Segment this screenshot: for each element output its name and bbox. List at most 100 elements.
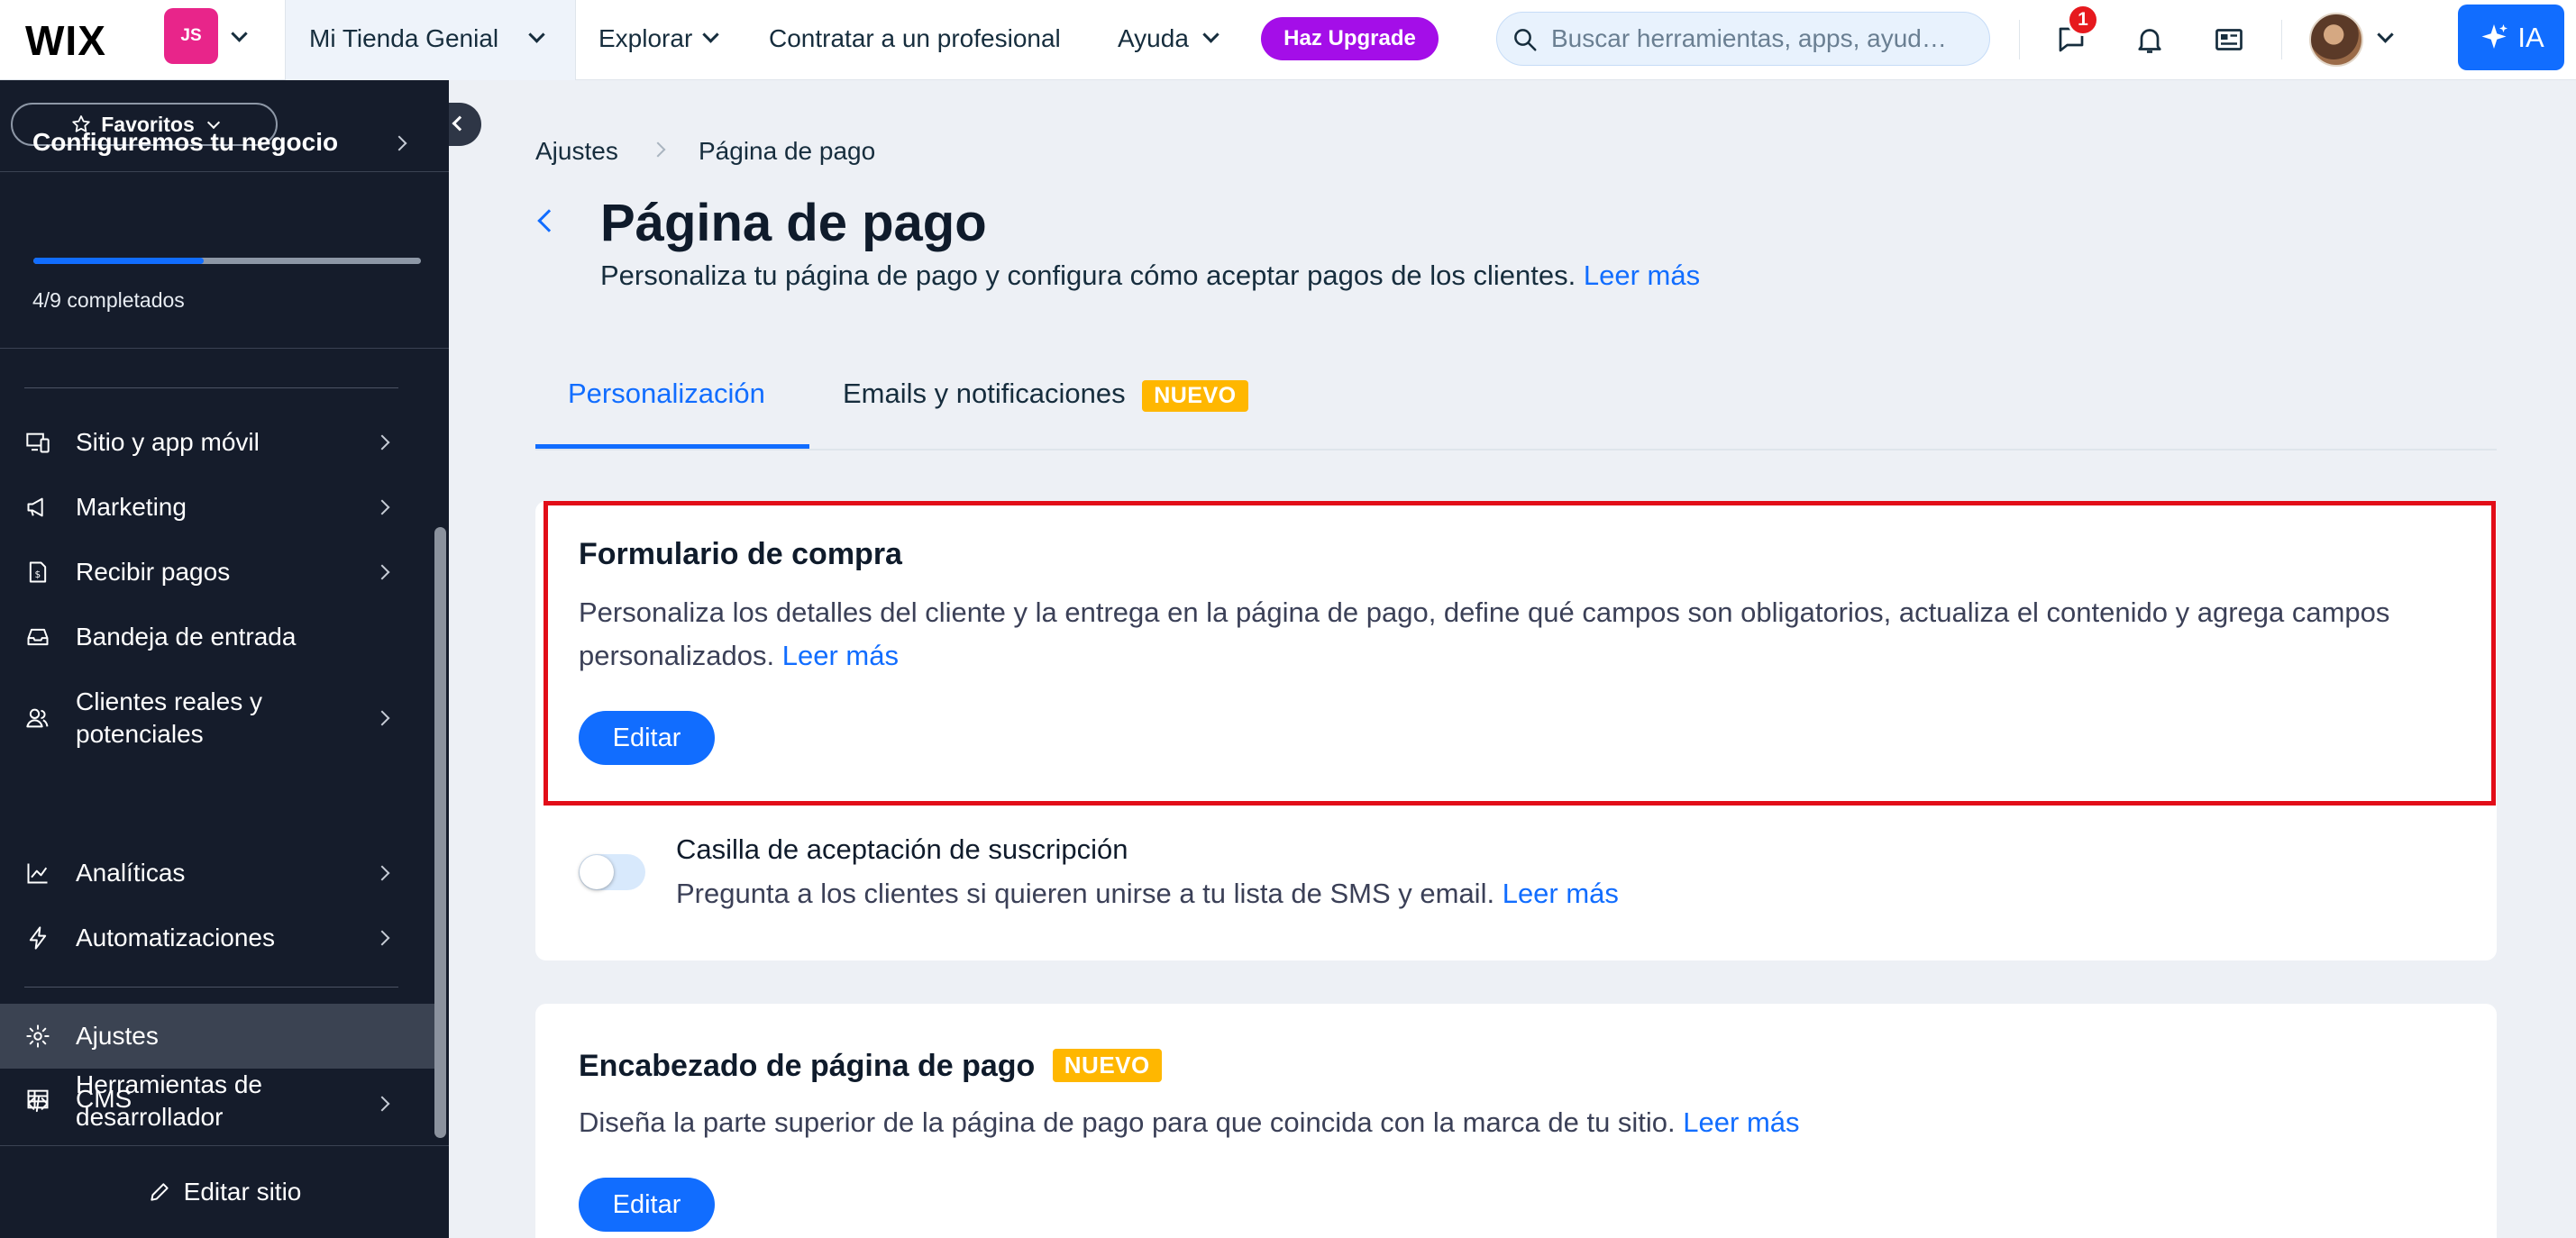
sidebar-item-site-mobile[interactable]: Sitio y app móvil bbox=[0, 415, 434, 469]
chevron-right-icon bbox=[391, 135, 407, 151]
user-avatar[interactable] bbox=[2309, 13, 2363, 67]
chevron-right-icon bbox=[374, 434, 390, 451]
checkout-form-card: Formulario de compra Personaliza los det… bbox=[535, 501, 2497, 960]
divider bbox=[0, 348, 449, 349]
account-avatar[interactable]: JS bbox=[164, 8, 218, 64]
setup-progress-bar bbox=[33, 258, 421, 264]
site-name: Mi Tienda Genial bbox=[309, 24, 499, 52]
sidebar-scrollbar[interactable] bbox=[434, 527, 446, 1138]
chevron-down-icon bbox=[528, 26, 545, 43]
sidebar-item-payments[interactable]: $ Recibir pagos bbox=[0, 545, 434, 599]
ai-label: IA bbox=[2517, 21, 2544, 53]
subscription-checkbox-toggle[interactable] bbox=[579, 854, 645, 890]
nav-hire-pro[interactable]: Contratar a un profesional bbox=[769, 24, 1061, 53]
learn-more-link[interactable]: Leer más bbox=[782, 640, 899, 671]
new-badge: NUEVO bbox=[1052, 1049, 1162, 1082]
toggle-description: Pregunta a los clientes si quieren unirs… bbox=[676, 878, 1619, 910]
analytics-icon bbox=[24, 860, 51, 887]
divider bbox=[2019, 20, 2020, 59]
contacts-icon bbox=[24, 705, 51, 732]
sidebar-item-label: Herramientas de desarrollador bbox=[76, 1070, 262, 1131]
messages-badge: 1 bbox=[2067, 4, 2099, 36]
edit-checkout-form-button[interactable]: Editar bbox=[579, 711, 715, 765]
pencil-icon bbox=[150, 1183, 169, 1201]
chevron-right-icon bbox=[374, 1096, 390, 1112]
setup-title: Configuremos tu negocio bbox=[32, 128, 339, 156]
top-bar: WIX JS Mi Tienda Genial Explorar Contrat… bbox=[0, 0, 2576, 80]
chevron-left-icon bbox=[452, 115, 468, 132]
payments-icon: $ bbox=[24, 559, 51, 586]
ai-button[interactable]: IA bbox=[2458, 5, 2564, 70]
card-title: Formulario de compra bbox=[579, 537, 902, 571]
chevron-down-icon bbox=[1202, 26, 1219, 43]
chevron-right-icon bbox=[374, 710, 390, 726]
edit-checkout-header-button[interactable]: Editar bbox=[579, 1178, 715, 1232]
edit-site-label: Editar sitio bbox=[183, 1178, 302, 1206]
collapse-sidebar-button[interactable] bbox=[449, 103, 481, 146]
divider bbox=[0, 171, 449, 172]
sidebar-item-automations[interactable]: Automatizaciones bbox=[0, 911, 434, 965]
sidebar-item-label: Ajustes bbox=[76, 1022, 159, 1050]
sidebar-item-label: Analíticas bbox=[76, 859, 186, 887]
chevron-down-icon bbox=[702, 26, 719, 43]
gear-icon bbox=[24, 1023, 51, 1050]
learn-more-link[interactable]: Leer más bbox=[1584, 259, 1700, 291]
card-title: Encabezado de página de pago bbox=[579, 1049, 1036, 1083]
news-icon[interactable] bbox=[2209, 20, 2249, 59]
divider bbox=[24, 987, 398, 988]
chevron-right-icon bbox=[374, 564, 390, 580]
sidebar: Favoritos Configuremos tu negocio 4/9 co… bbox=[0, 80, 449, 1238]
sidebar-item-label: Recibir pagos bbox=[76, 558, 231, 586]
breadcrumb-parent[interactable]: Ajustes bbox=[535, 137, 618, 166]
sidebar-item-label: Clientes reales y potenciales bbox=[76, 687, 262, 748]
learn-more-link[interactable]: Leer más bbox=[1683, 1106, 1799, 1138]
learn-more-link[interactable]: Leer más bbox=[1503, 878, 1619, 909]
sidebar-item-contacts[interactable]: Clientes reales y potenciales bbox=[0, 675, 434, 761]
page-subtitle: Personaliza tu página de pago y configur… bbox=[600, 259, 1700, 292]
divider bbox=[24, 387, 398, 388]
chevron-right-icon bbox=[650, 141, 666, 158]
setup-progress-text: 4/9 completados bbox=[32, 288, 185, 312]
code-icon bbox=[24, 1090, 51, 1117]
search-input[interactable] bbox=[1551, 21, 1975, 57]
toggle-title: Casilla de aceptación de suscripción bbox=[676, 833, 1128, 865]
sidebar-item-analytics[interactable]: Analíticas bbox=[0, 846, 434, 900]
chevron-down-icon bbox=[206, 115, 220, 129]
chevron-right-icon bbox=[374, 930, 390, 946]
nav-help[interactable]: Ayuda bbox=[1118, 24, 1189, 53]
sidebar-item-settings[interactable]: Ajustes bbox=[0, 1004, 434, 1069]
tab-personalization[interactable]: Personalización bbox=[568, 378, 765, 410]
sidebar-item-dev-tools[interactable]: Herramientas de desarrollador bbox=[0, 1066, 434, 1142]
tab-bar: Personalización Emails y notificaciones … bbox=[535, 360, 2497, 451]
card-title-row: Encabezado de página de pago NUEVO bbox=[579, 1049, 1162, 1084]
chevron-right-icon bbox=[374, 865, 390, 881]
sidebar-item-label: Automatizaciones bbox=[76, 924, 276, 951]
page-title: Página de pago bbox=[600, 194, 987, 252]
wix-logo[interactable]: WIX bbox=[25, 16, 106, 65]
edit-site-button[interactable]: Editar sitio bbox=[0, 1145, 449, 1238]
search-bar[interactable] bbox=[1496, 12, 1990, 66]
tab-label: Emails y notificaciones bbox=[843, 378, 1126, 409]
sparkle-icon bbox=[2481, 23, 2508, 49]
page-subtitle-text: Personaliza tu página de pago y configur… bbox=[600, 259, 1576, 291]
site-mobile-icon bbox=[24, 429, 51, 456]
bell-icon[interactable] bbox=[2130, 20, 2170, 59]
upgrade-button[interactable]: Haz Upgrade bbox=[1261, 17, 1439, 60]
checkout-header-card: Encabezado de página de pago NUEVO Diseñ… bbox=[535, 1004, 2497, 1238]
megaphone-icon bbox=[24, 494, 51, 521]
site-switcher[interactable]: Mi Tienda Genial bbox=[285, 0, 576, 80]
chevron-right-icon bbox=[374, 499, 390, 515]
tab-emails-notifications[interactable]: Emails y notificaciones NUEVO bbox=[843, 378, 1248, 412]
nav-explore[interactable]: Explorar bbox=[598, 24, 692, 53]
chevron-down-icon[interactable] bbox=[231, 25, 248, 42]
sidebar-item-marketing[interactable]: Marketing bbox=[0, 480, 434, 534]
sidebar-item-label: Marketing bbox=[76, 493, 187, 521]
sidebar-item-inbox[interactable]: Bandeja de entrada bbox=[0, 610, 434, 664]
inbox-icon bbox=[24, 624, 51, 651]
new-badge: NUEVO bbox=[1142, 380, 1248, 412]
back-arrow-icon[interactable] bbox=[537, 209, 561, 232]
toggle-knob bbox=[580, 855, 614, 889]
chevron-down-icon[interactable] bbox=[2377, 26, 2394, 43]
breadcrumb-current: Página de pago bbox=[699, 137, 876, 165]
svg-text:$: $ bbox=[35, 569, 41, 580]
